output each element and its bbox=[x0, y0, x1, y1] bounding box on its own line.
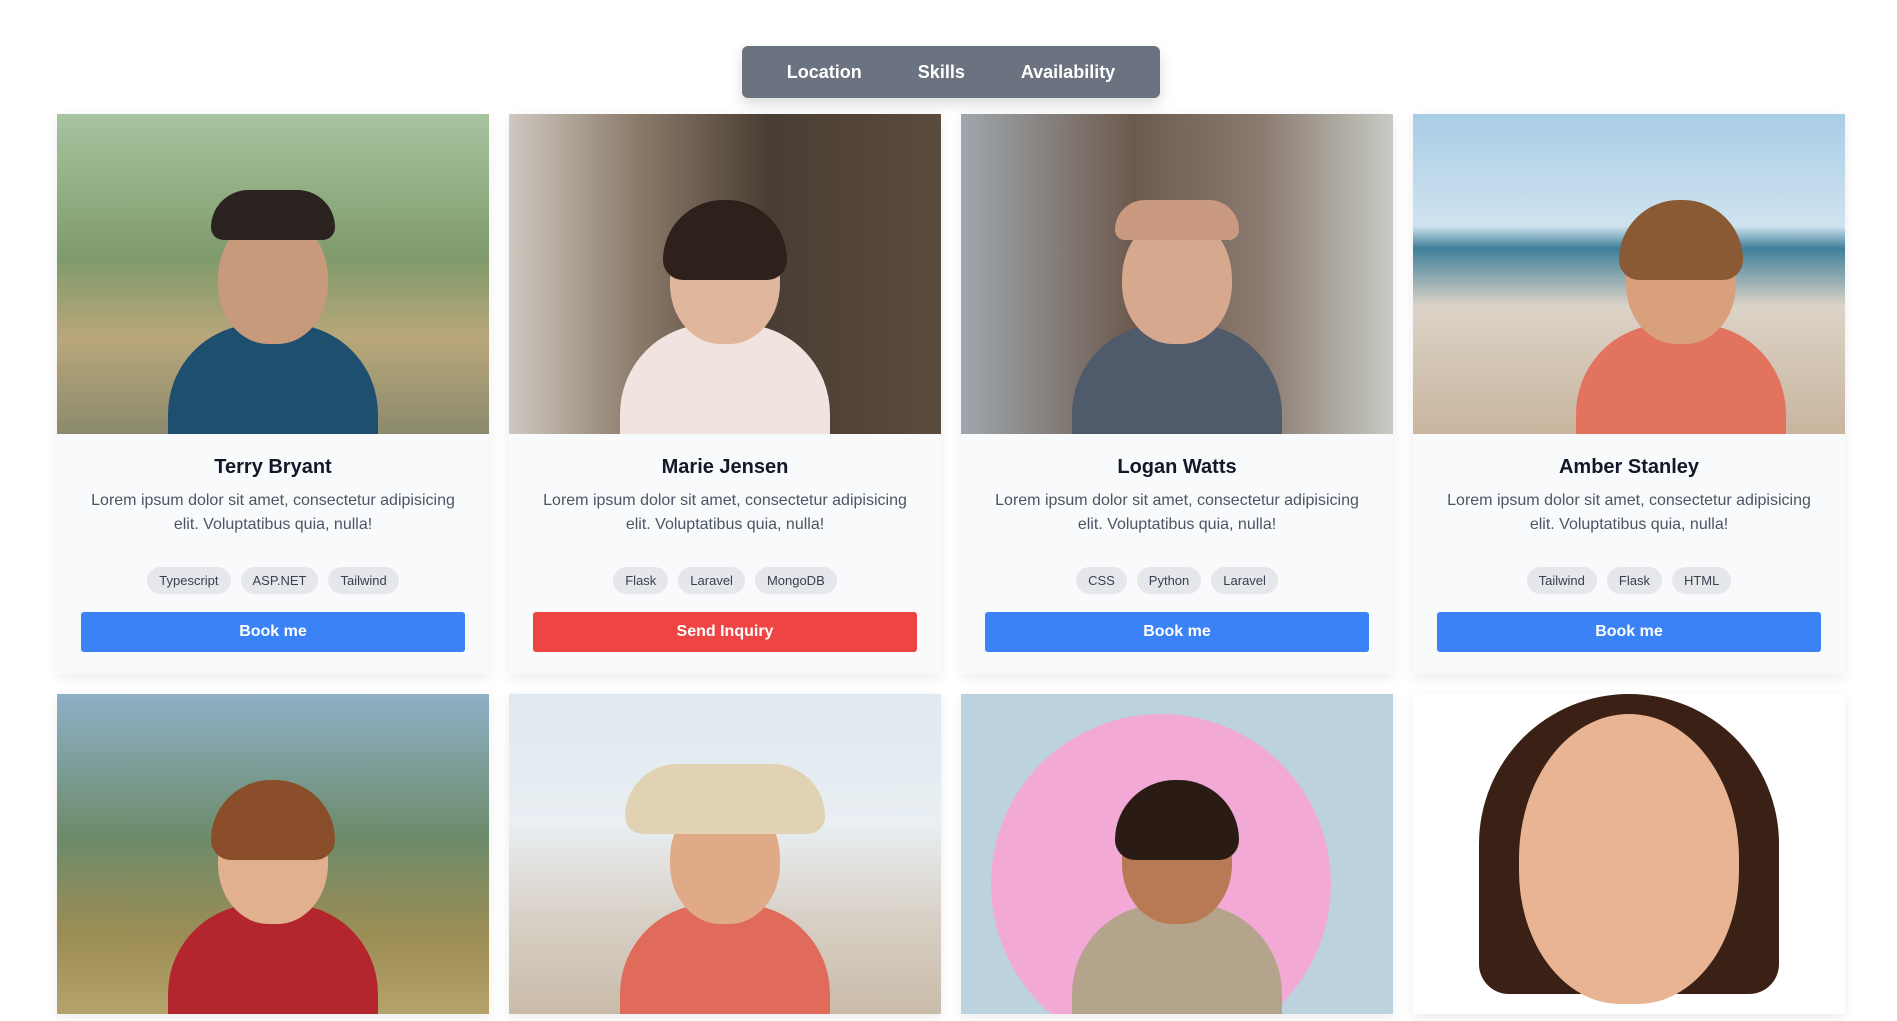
profile-photo bbox=[961, 694, 1393, 1014]
profile-photo bbox=[1413, 114, 1845, 434]
profile-photo bbox=[57, 694, 489, 1014]
profile-card bbox=[509, 694, 941, 1014]
skill-tag: Typescript bbox=[147, 567, 231, 594]
filter-tab-skills[interactable]: Skills bbox=[918, 62, 965, 83]
profile-name: Terry Bryant bbox=[214, 456, 332, 478]
skill-tag: CSS bbox=[1076, 567, 1127, 594]
profile-card: Marie Jensen Lorem ipsum dolor sit amet,… bbox=[509, 114, 941, 674]
profile-description: Lorem ipsum dolor sit amet, consectetur … bbox=[1447, 492, 1811, 533]
skill-tag: Flask bbox=[1606, 567, 1662, 594]
skill-tag: MongoDB bbox=[754, 567, 837, 594]
profile-name: Marie Jensen bbox=[661, 456, 789, 478]
skill-tag: HTML bbox=[1671, 567, 1732, 594]
send-inquiry-button[interactable]: Send Inquiry bbox=[533, 612, 917, 652]
profile-description: Lorem ipsum dolor sit amet, consectetur … bbox=[995, 492, 1359, 533]
profile-grid: Terry Bryant Lorem ipsum dolor sit amet,… bbox=[57, 114, 1845, 1014]
skill-tag: Flask bbox=[613, 567, 669, 594]
skill-tags: CSS Python Laravel bbox=[1076, 567, 1278, 594]
profile-photo bbox=[509, 114, 941, 434]
profile-card: Logan Watts Lorem ipsum dolor sit amet, … bbox=[961, 114, 1393, 674]
profile-card bbox=[961, 694, 1393, 1014]
profile-card bbox=[57, 694, 489, 1014]
filter-bar: Location Skills Availability bbox=[742, 46, 1160, 98]
profile-card: Terry Bryant Lorem ipsum dolor sit amet,… bbox=[57, 114, 489, 674]
skill-tag: Laravel bbox=[678, 567, 745, 594]
filter-tab-location[interactable]: Location bbox=[787, 62, 862, 83]
profile-card: Amber Stanley Lorem ipsum dolor sit amet… bbox=[1413, 114, 1845, 674]
profile-name: Amber Stanley bbox=[1558, 456, 1700, 478]
profile-photo bbox=[57, 114, 489, 434]
skill-tag: Tailwind bbox=[328, 567, 399, 594]
book-me-button[interactable]: Book me bbox=[1437, 612, 1821, 652]
book-me-button[interactable]: Book me bbox=[81, 612, 465, 652]
profile-photo bbox=[1413, 694, 1845, 1014]
skill-tag: Python bbox=[1136, 567, 1202, 594]
filter-tab-availability[interactable]: Availability bbox=[1021, 62, 1115, 83]
book-me-button[interactable]: Book me bbox=[985, 612, 1369, 652]
profile-photo bbox=[509, 694, 941, 1014]
skill-tags: Tailwind Flask HTML bbox=[1526, 567, 1732, 594]
skill-tag: ASP.NET bbox=[240, 567, 319, 594]
skill-tags: Typescript ASP.NET Tailwind bbox=[147, 567, 399, 594]
profile-description: Lorem ipsum dolor sit amet, consectetur … bbox=[91, 492, 455, 533]
profile-description: Lorem ipsum dolor sit amet, consectetur … bbox=[543, 492, 907, 533]
skill-tags: Flask Laravel MongoDB bbox=[613, 567, 837, 594]
skill-tag: Tailwind bbox=[1526, 567, 1597, 594]
skill-tag: Laravel bbox=[1211, 567, 1278, 594]
profile-card bbox=[1413, 694, 1845, 1014]
profile-photo bbox=[961, 114, 1393, 434]
profile-name: Logan Watts bbox=[1117, 456, 1237, 478]
